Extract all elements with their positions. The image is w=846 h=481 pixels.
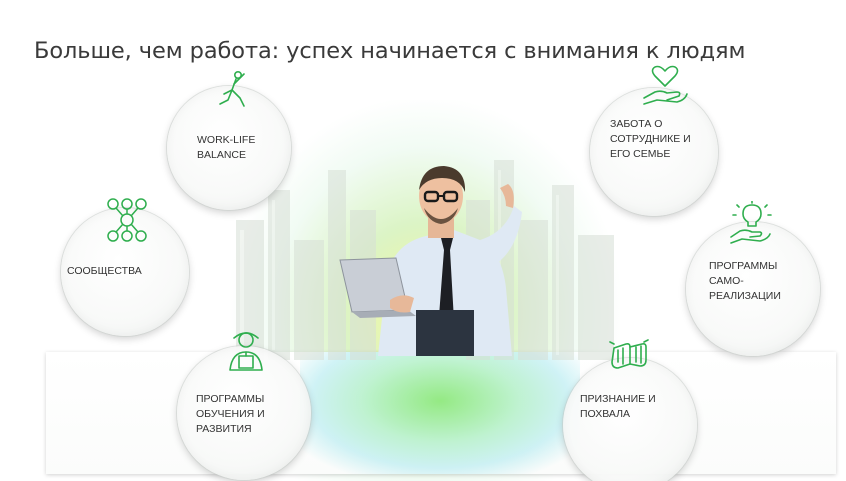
teacher-icon <box>226 330 266 372</box>
slide-title: Больше, чем работа: успех начинается с в… <box>34 38 746 64</box>
applause-icon <box>608 338 652 374</box>
training-label: ПРОГРАММЫ ОБУЧЕНИЯ И РАЗВИТИЯ <box>196 393 265 435</box>
work-life-balance-label: WORK-LIFE BALANCE <box>197 134 256 161</box>
slide: Больше, чем работа: успех начинается с в… <box>0 0 846 481</box>
recognition-label: ПРИЗНАНИЕ И ПОХВАЛА <box>580 393 656 420</box>
community-network-icon <box>104 196 150 244</box>
communities-label: СООБЩЕСТВА <box>67 265 142 277</box>
businessman-with-laptop-photo <box>339 166 522 356</box>
heart-hand-icon <box>641 64 689 106</box>
yoga-person-icon <box>216 70 252 108</box>
care-label: ЗАБОТА О СОТРУДНИКЕ И ЕГО СЕМЬЕ <box>610 118 691 160</box>
panel-glow <box>300 352 580 474</box>
self-realization-label: ПРОГРАММЫ САМО- РЕАЛИЗАЦИИ <box>709 260 781 302</box>
idea-hand-icon <box>728 201 774 245</box>
